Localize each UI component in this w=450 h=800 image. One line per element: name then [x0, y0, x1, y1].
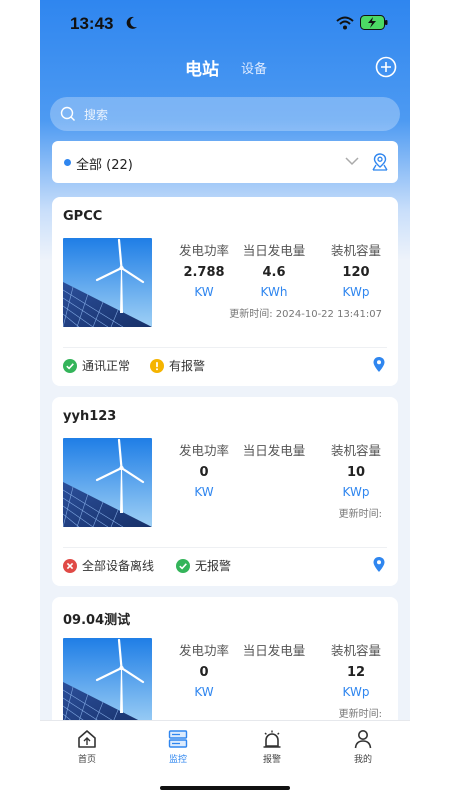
- comm-status-text: 通讯正常: [82, 359, 131, 373]
- map-pin-icon[interactable]: [371, 152, 389, 172]
- search-icon: [60, 106, 75, 121]
- station-image: [63, 638, 152, 727]
- metric-capacity: 装机容量 10 KWp: [316, 440, 396, 499]
- tab-alarm[interactable]: 报警: [242, 729, 302, 765]
- header-tabs: 电站 设备: [40, 52, 410, 82]
- tab-alarm-label: 报警: [262, 755, 281, 765]
- station-name: yyh123: [63, 409, 117, 424]
- location-icon[interactable]: [373, 357, 385, 372]
- metric-power: 发电功率 0 KW: [164, 440, 244, 499]
- metric-power-value: 0: [199, 465, 209, 480]
- metric-power-unit: KW: [194, 685, 214, 699]
- metric-power: 发电功率 2.788 KW: [164, 240, 244, 299]
- metric-capacity-value: 120: [342, 265, 370, 280]
- station-name: GPCC: [63, 209, 103, 224]
- comm-status: 全部设备离线: [63, 557, 154, 574]
- add-circle-icon[interactable]: [375, 56, 397, 78]
- metric-power-label: 发电功率: [178, 243, 229, 258]
- station-image: [63, 238, 152, 327]
- station-filter[interactable]: 全部 (22): [52, 141, 398, 183]
- metric-daily-value: [234, 665, 314, 681]
- station-name: 09.04测试: [63, 613, 131, 628]
- home-indicator: [160, 786, 290, 790]
- metric-daily-value: [234, 465, 314, 481]
- status-time: 13:43: [70, 14, 114, 33]
- metric-daily-value: 4.6: [262, 265, 286, 280]
- comm-status: 通讯正常: [63, 357, 130, 374]
- metric-daily-unit: [234, 485, 314, 499]
- home-icon: [78, 730, 96, 748]
- warning-circle-icon: [150, 358, 164, 373]
- alarm-status-text: 有报警: [169, 359, 206, 373]
- metric-daily: 当日发电量: [234, 440, 314, 499]
- tab-device[interactable]: 设备: [241, 58, 267, 77]
- error-circle-icon: [63, 558, 77, 573]
- metric-capacity-label: 装机容量: [330, 243, 381, 258]
- search-input[interactable]: 搜索: [50, 97, 400, 131]
- metric-capacity: 装机容量 120 KWp: [316, 240, 396, 299]
- metric-capacity-label: 装机容量: [330, 643, 381, 658]
- check-circle-icon: [63, 358, 77, 373]
- metric-capacity-label: 装机容量: [330, 443, 381, 458]
- tab-home[interactable]: 首页: [57, 729, 117, 765]
- metric-daily-label: 当日发电量: [242, 643, 306, 658]
- alarm-status-text: 无报警: [195, 559, 232, 573]
- comm-status-text: 全部设备离线: [82, 559, 155, 573]
- metric-power-label: 发电功率: [178, 443, 229, 458]
- update-time: 更新时间:: [338, 709, 382, 720]
- tab-monitor-label: 监控: [168, 755, 187, 765]
- tab-monitor[interactable]: 监控: [148, 729, 208, 765]
- user-icon: [354, 730, 372, 749]
- metric-power-label: 发电功率: [178, 643, 229, 658]
- divider: [63, 347, 387, 348]
- alarm-light-icon: [263, 730, 281, 748]
- metric-daily: 当日发电量: [234, 640, 314, 699]
- metric-capacity-unit: KWp: [342, 485, 370, 499]
- metric-capacity-value: 10: [346, 465, 366, 480]
- monitor-icon: [168, 730, 188, 748]
- metric-daily-label: 当日发电量: [242, 443, 306, 458]
- alarm-status: 有报警: [150, 357, 205, 374]
- alarm-status: 无报警: [176, 557, 231, 574]
- tab-station[interactable]: 电站: [185, 55, 219, 80]
- metric-capacity-unit: KWp: [342, 685, 370, 699]
- metric-power-value: 0: [199, 665, 209, 680]
- tab-profile-label: 我的: [353, 755, 372, 765]
- metric-daily-unit: [234, 685, 314, 699]
- tab-home-label: 首页: [77, 755, 96, 765]
- metric-daily: 当日发电量 4.6 KWh: [234, 240, 314, 299]
- metric-capacity-unit: KWp: [342, 285, 370, 299]
- metric-power: 发电功率 0 KW: [164, 640, 244, 699]
- station-card[interactable]: yyh123 发电功率 0 KW 当日发电量 装机容量 10 KWp 更新时间:…: [52, 397, 398, 586]
- app-screen: 13:43 电站 设备 搜索 全部 (22) GPCC 发电功率 2.788 K…: [40, 0, 410, 800]
- metric-capacity: 装机容量 12 KWp: [316, 640, 396, 699]
- filter-label: 全部 (22): [76, 158, 133, 173]
- metric-daily-unit: KWh: [260, 285, 288, 299]
- update-time: 更新时间:: [338, 509, 382, 520]
- update-time: 更新时间: 2024-10-22 13:41:07: [229, 309, 382, 320]
- divider: [63, 547, 387, 548]
- filter-dot: [64, 159, 71, 166]
- tab-profile[interactable]: 我的: [333, 729, 393, 765]
- chevron-down-icon[interactable]: [344, 154, 360, 168]
- check-circle-icon: [176, 558, 190, 573]
- metric-daily-label: 当日发电量: [242, 243, 306, 258]
- location-icon[interactable]: [373, 557, 385, 572]
- metric-power-value: 2.788: [183, 265, 225, 280]
- metric-capacity-value: 12: [346, 665, 366, 680]
- metric-power-unit: KW: [194, 285, 214, 299]
- metric-power-unit: KW: [194, 485, 214, 499]
- battery-charging-icon: [360, 15, 388, 30]
- search-placeholder: 搜索: [84, 108, 109, 122]
- station-card[interactable]: GPCC 发电功率 2.788 KW 当日发电量 4.6 KWh 装机容量 12…: [52, 197, 398, 386]
- moon-icon: [126, 16, 137, 29]
- status-bar: 13:43: [40, 0, 410, 46]
- wifi-icon: [336, 16, 354, 30]
- station-image: [63, 438, 152, 527]
